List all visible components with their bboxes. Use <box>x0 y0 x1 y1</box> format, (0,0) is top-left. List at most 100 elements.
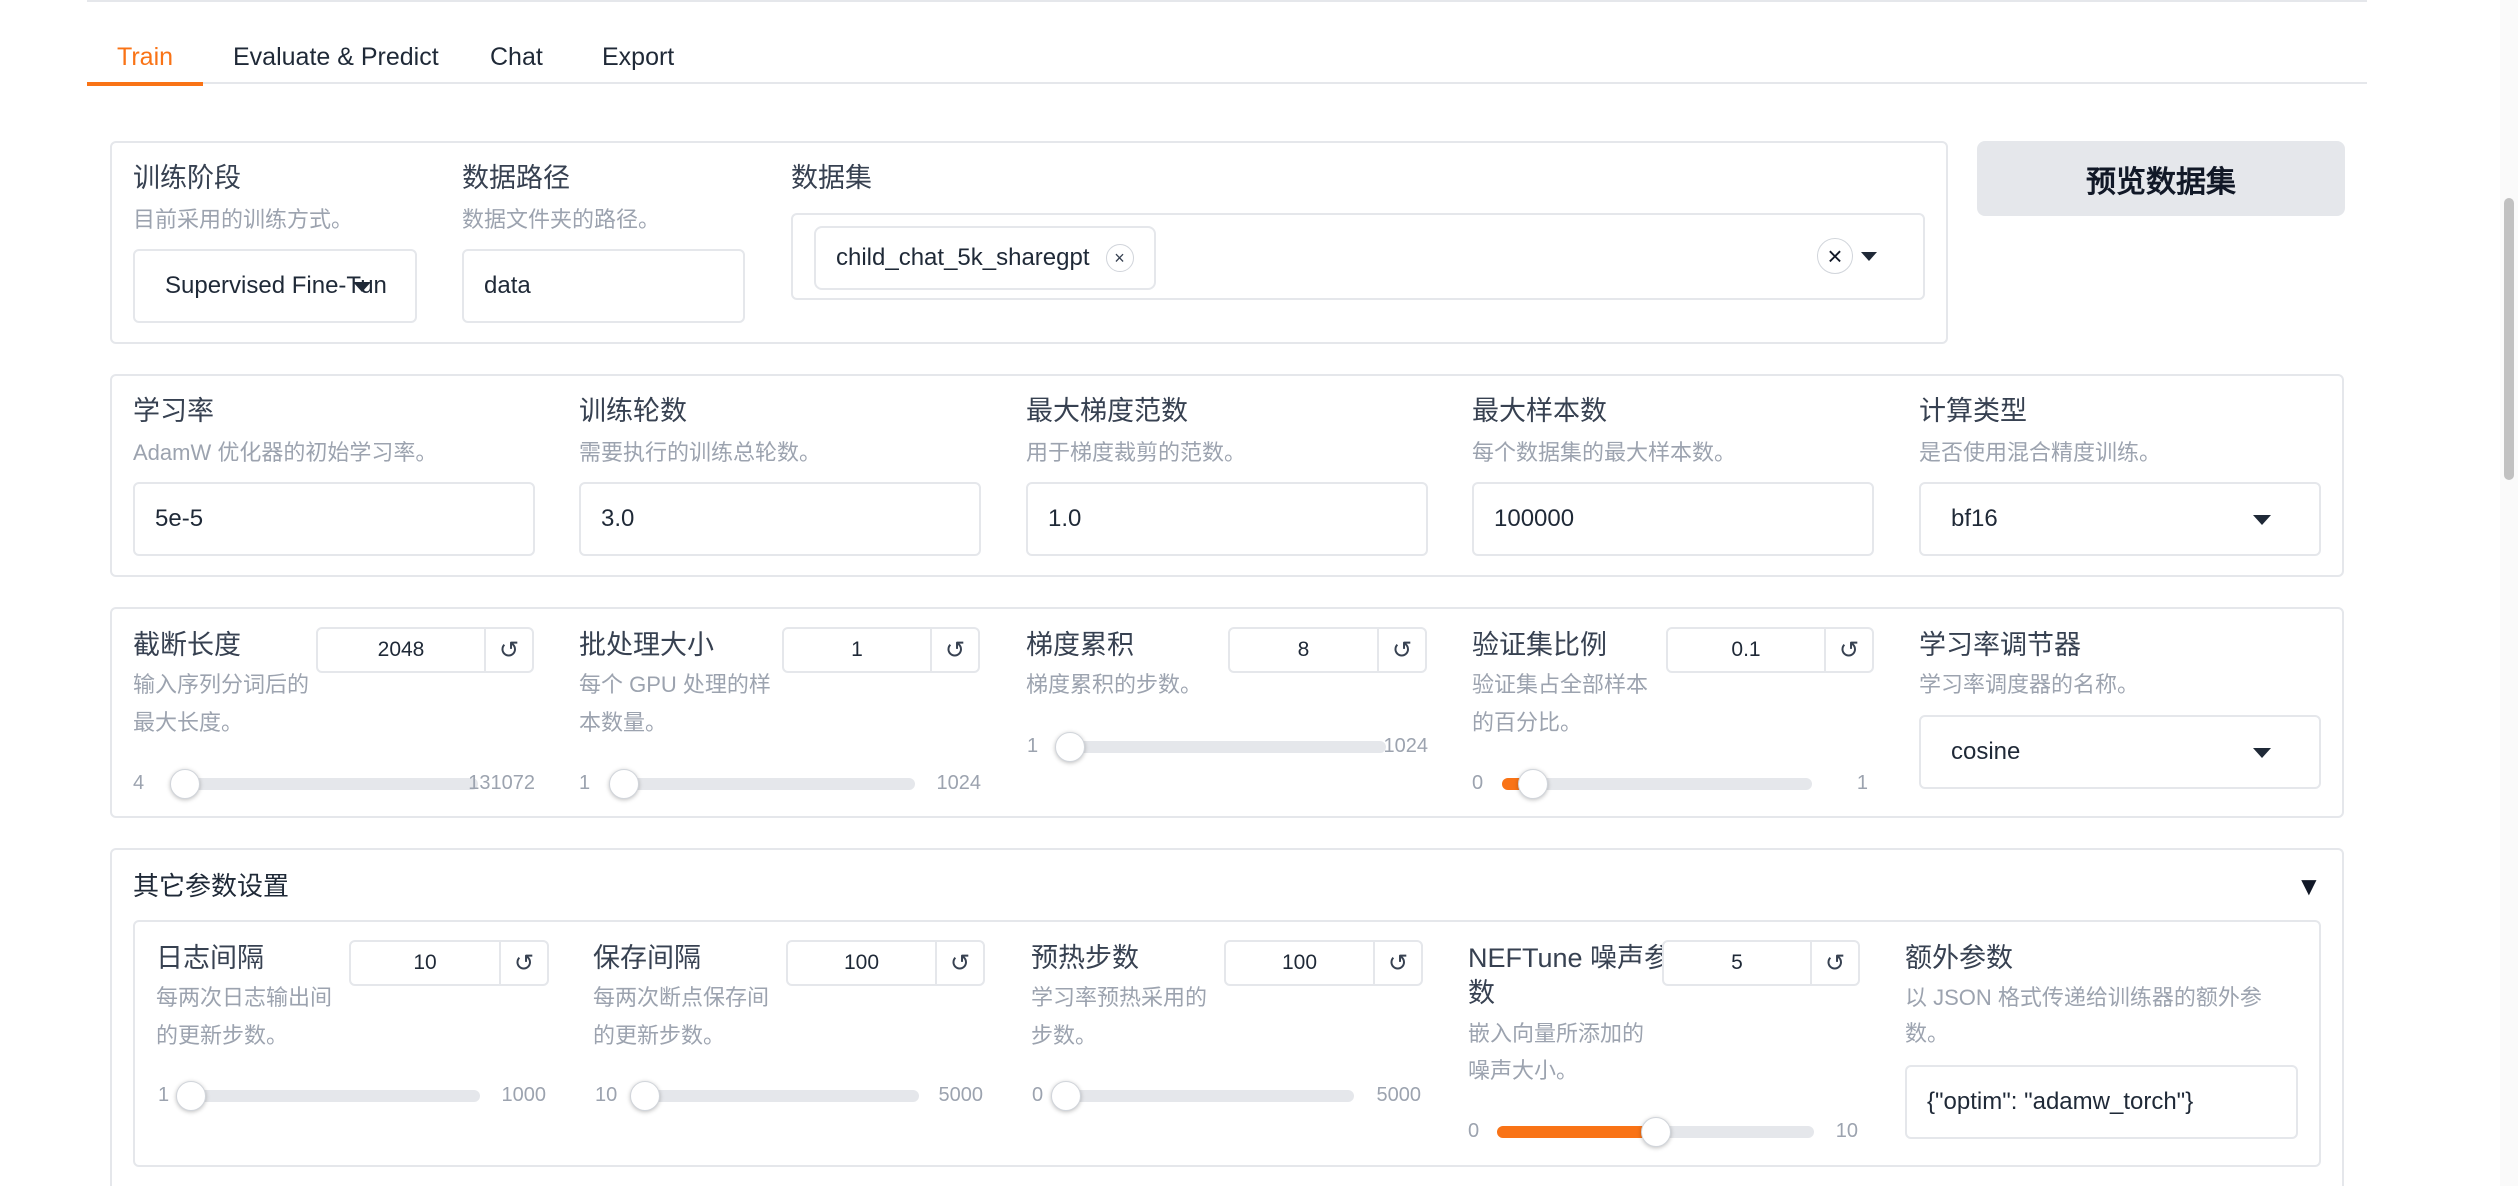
cutoff-max: 131072 <box>468 772 535 794</box>
neftune-number-input[interactable]: 5 ↺ <box>1662 940 1860 986</box>
slider-fill <box>1497 1126 1656 1138</box>
scheduler-select[interactable]: cosine <box>1919 715 2321 789</box>
batch-size-info-1: 每个 GPU 处理的样 <box>579 672 771 697</box>
grad-accum-max: 1024 <box>1383 735 1429 757</box>
batch-size-slider[interactable]: 1 1024 <box>579 765 981 801</box>
compute-type-select[interactable]: bf16 <box>1919 482 2321 556</box>
scheduler-value: cosine <box>1951 738 2021 765</box>
save-steps-min: 10 <box>595 1084 618 1106</box>
data-dir-input[interactable]: data <box>462 249 745 323</box>
logging-steps-info-2: 的更新步数。 <box>156 1023 289 1048</box>
stage-label: 训练阶段 <box>133 163 241 193</box>
tab-chat[interactable]: Chat <box>490 38 543 82</box>
neftune-info-1: 嵌入向量所添加的 <box>1468 1021 1645 1046</box>
lr-input[interactable]: 5e-5 <box>133 482 535 556</box>
slider-thumb[interactable] <box>1640 1117 1671 1147</box>
neftune-min: 0 <box>1468 1120 1480 1142</box>
preview-dataset-button[interactable]: 预览数据集 <box>1977 141 2345 216</box>
neftune-value: 5 <box>1731 951 1743 974</box>
epochs-input[interactable]: 3.0 <box>579 482 981 556</box>
warmup-steps-number-input[interactable]: 100 ↺ <box>1224 940 1423 986</box>
warmup-steps-info-1: 学习率预热采用的 <box>1031 985 1208 1010</box>
save-steps-number-input[interactable]: 100 ↺ <box>786 940 985 986</box>
epochs-info: 需要执行的训练总轮数。 <box>579 440 822 465</box>
reset-icon[interactable]: ↺ <box>1824 629 1872 671</box>
cutoff-value: 2048 <box>377 638 425 661</box>
stage-info: 目前采用的训练方式。 <box>133 207 354 232</box>
slider-thumb[interactable] <box>609 769 639 799</box>
tab-bar: Train Evaluate & Predict Chat Export <box>86 30 2367 86</box>
slider-thumb[interactable] <box>630 1081 661 1111</box>
warmup-steps-label: 预热步数 <box>1031 943 1139 973</box>
slider-track[interactable] <box>1050 1081 1354 1111</box>
reset-icon[interactable]: ↺ <box>484 629 532 671</box>
slider-track[interactable] <box>175 1081 480 1111</box>
cutoff-min: 4 <box>133 772 145 794</box>
slider-track[interactable] <box>1502 769 1812 799</box>
epochs-value: 3.0 <box>601 505 635 532</box>
val-size-number-input[interactable]: 0.1 ↺ <box>1666 627 1874 673</box>
tab-train[interactable]: Train <box>86 38 204 86</box>
reset-icon[interactable]: ↺ <box>1377 629 1425 671</box>
stage-select[interactable]: Supervised Fine-Tun <box>133 249 417 323</box>
top-divider <box>87 0 2367 2</box>
save-steps-slider[interactable]: 10 5000 <box>593 1077 983 1113</box>
reset-icon[interactable]: ↺ <box>1373 942 1421 984</box>
accordion-toggle-icon[interactable]: ▼ <box>2296 868 2322 904</box>
cutoff-label: 截断长度 <box>133 630 241 660</box>
grad-accum-number-input[interactable]: 8 ↺ <box>1228 627 1427 673</box>
slider-thumb[interactable] <box>1518 769 1548 799</box>
grad-norm-info: 用于梯度裁剪的范数。 <box>1026 440 1247 465</box>
grad-norm-input[interactable]: 1.0 <box>1026 482 1428 556</box>
slider-track[interactable] <box>1055 732 1386 762</box>
chip-remove-icon[interactable]: × <box>1105 244 1134 272</box>
slider-track[interactable] <box>169 769 478 799</box>
chevron-down-icon <box>353 282 371 292</box>
cutoff-info-2: 最大长度。 <box>133 710 244 735</box>
val-size-slider[interactable]: 0 1 <box>1472 765 1874 801</box>
cutoff-slider[interactable]: 4 131072 <box>133 765 535 801</box>
slider-track[interactable] <box>609 769 915 799</box>
page-scrollbar[interactable] <box>2500 0 2518 1186</box>
clear-all-icon[interactable]: × <box>1817 238 1853 274</box>
warmup-steps-max: 5000 <box>1376 1084 1422 1106</box>
extra-args-label: 额外参数 <box>1905 943 2013 973</box>
logging-steps-number-input[interactable]: 10 ↺ <box>349 940 549 986</box>
warmup-steps-slider[interactable]: 0 5000 <box>1031 1077 1421 1113</box>
batch-size-number-input[interactable]: 1 ↺ <box>782 627 980 673</box>
neftune-slider[interactable]: 0 10 <box>1468 1113 1858 1149</box>
warmup-steps-min: 0 <box>1032 1084 1044 1106</box>
logging-steps-max: 1000 <box>501 1084 547 1106</box>
cutoff-number-input[interactable]: 2048 ↺ <box>316 627 534 673</box>
compute-type-value: bf16 <box>1951 505 1998 532</box>
grad-accum-slider[interactable]: 1 1024 <box>1026 728 1428 764</box>
max-samples-input[interactable]: 100000 <box>1472 482 1874 556</box>
tab-export[interactable]: Export <box>602 38 674 82</box>
extra-settings-title[interactable]: 其它参数设置 <box>133 868 289 904</box>
scrollbar-thumb[interactable] <box>2504 198 2514 480</box>
max-samples-label: 最大样本数 <box>1472 396 1607 426</box>
reset-icon[interactable]: ↺ <box>499 942 547 984</box>
reset-icon[interactable]: ↺ <box>1810 942 1858 984</box>
grad-accum-value: 8 <box>1297 638 1310 661</box>
extra-args-input[interactable]: {"optim": "adamw_torch"} <box>1905 1065 2298 1139</box>
val-size-min: 0 <box>1472 772 1484 794</box>
chevron-down-icon <box>2253 515 2271 525</box>
grad-norm-value: 1.0 <box>1048 505 1082 532</box>
slider-thumb[interactable] <box>169 769 200 799</box>
slider-thumb[interactable] <box>175 1081 206 1111</box>
slider-track[interactable] <box>1497 1117 1814 1147</box>
dataset-chevron-down-icon[interactable] <box>1861 252 1877 261</box>
reset-icon[interactable]: ↺ <box>930 629 978 671</box>
extra-args-info-1: 以 JSON 格式传递给训练器的额外参 <box>1905 985 2262 1010</box>
tab-evaluate-predict[interactable]: Evaluate & Predict <box>233 38 439 82</box>
neftune-max: 10 <box>1835 1120 1858 1142</box>
save-steps-info-2: 的更新步数。 <box>593 1023 726 1048</box>
max-samples-value: 100000 <box>1494 505 1575 532</box>
cutoff-info-1: 输入序列分词后的 <box>133 672 310 697</box>
reset-icon[interactable]: ↺ <box>935 942 983 984</box>
logging-steps-slider[interactable]: 1 1000 <box>156 1077 546 1113</box>
slider-thumb[interactable] <box>1050 1081 1081 1111</box>
slider-track[interactable] <box>630 1081 919 1111</box>
slider-thumb[interactable] <box>1055 732 1086 762</box>
